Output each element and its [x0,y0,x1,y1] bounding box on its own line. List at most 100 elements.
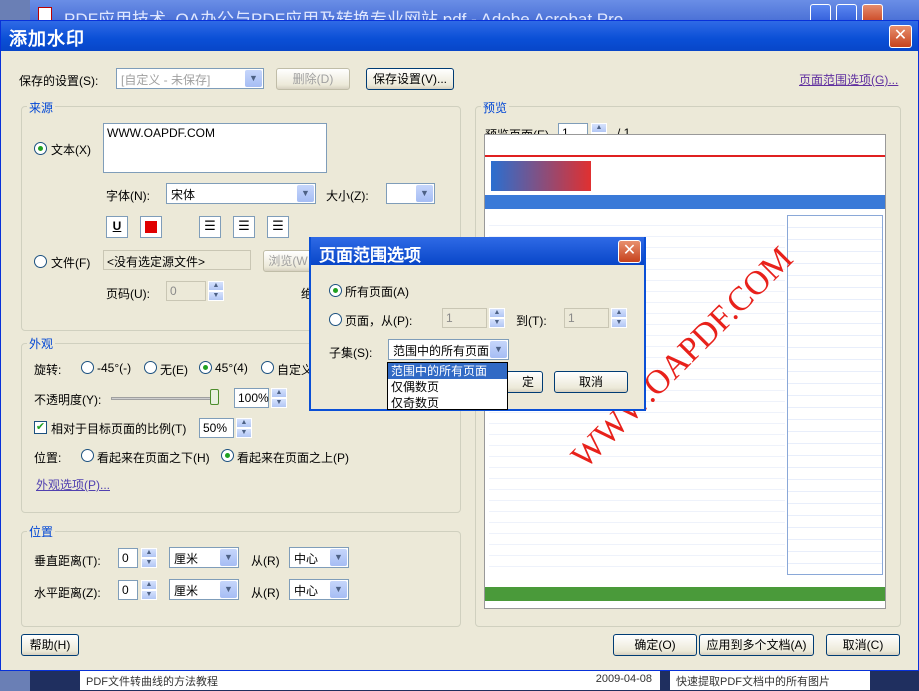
pages-from-radio[interactable] [329,313,342,326]
spin-down-icon: ▼ [208,291,224,301]
position-group-title: 位置 [27,523,56,540]
page-number-label: 页码(U): [106,287,150,301]
horizontal-distance-stepper[interactable]: ▲ ▼ [141,580,157,600]
chevron-down-icon: ▼ [220,549,237,566]
scale-stepper[interactable]: ▲ ▼ [236,418,252,438]
page-range-title: 页面范围选项 [319,246,421,265]
watermark-text-input[interactable]: WWW.OAPDF.COM [103,123,327,173]
spin-up-icon[interactable]: ▲ [271,388,287,398]
opacity-slider-track[interactable] [111,397,216,400]
subset-select[interactable]: 范围中的所有页面 ▼ [388,339,509,360]
delete-button[interactable]: 删除(D) [276,68,350,90]
background-page-strip: PDF文件转曲线的方法教程 2009-04-08 快速提取PDF文档中的所有图片 [30,668,919,691]
opacity-slider-thumb[interactable] [210,389,219,405]
size-label: 大小(Z): [326,189,369,203]
rotation-custom-radio[interactable] [261,361,274,374]
size-select[interactable]: ▼ [386,183,435,204]
to-label-text: 到(T): [516,314,547,328]
bg-article-right: 快速提取PDF文档中的所有图片 [670,670,870,690]
save-settings-button[interactable]: 保存设置(V)... [366,68,454,90]
spin-down-icon[interactable]: ▼ [236,428,252,438]
rotation-custom-label: 自定义 [277,363,314,377]
source-file-input: <没有选定源文件> [103,250,251,270]
source-group-title: 来源 [27,99,56,116]
from-select-1[interactable]: 中心 ▼ [289,547,349,568]
font-select[interactable]: 宋体 ▼ [166,183,316,204]
from-page-stepper: ▲ ▼ [489,308,505,328]
to-page-input: 1 [564,308,609,328]
spin-up-icon[interactable]: ▲ [141,580,157,590]
source-file-radio[interactable] [34,255,47,268]
spin-down-icon[interactable]: ▼ [271,398,287,408]
to-page-stepper: ▲ ▼ [611,308,627,328]
font-value: 宋体 [171,188,196,202]
from-value-2: 中心 [294,584,319,598]
rotation-label: 旋转: [34,363,62,377]
browse-button[interactable]: 浏览(W [263,250,313,272]
chevron-down-icon: ▼ [245,70,262,87]
preview-group-title: 预览 [481,99,510,116]
ok-button[interactable]: 确定(O) [613,634,697,656]
source-text-radio[interactable] [34,142,47,155]
position-below-radio[interactable] [81,449,94,462]
color-swatch-icon[interactable] [140,216,162,238]
appearance-group-title: 外观 [27,335,56,352]
align-right-icon[interactable]: ☰ [267,216,289,238]
underline-icon[interactable]: U [106,216,128,238]
page-number-input: 0 [166,281,206,301]
all-pages-radio[interactable] [329,284,342,297]
page-range-close-button[interactable]: ✕ [618,240,641,263]
spin-down-icon: ▼ [611,318,627,328]
help-button[interactable]: 帮助(H) [21,634,79,656]
vertical-distance-stepper[interactable]: ▲ ▼ [141,548,157,568]
subset-option-even[interactable]: 仅偶数页 [388,379,507,395]
spin-down-icon[interactable]: ▼ [141,590,157,600]
scale-input[interactable]: 50% [199,418,234,438]
scale-label: 相对于目标页面的比例(T) [51,422,187,436]
rotation-none-label: 无(E) [160,363,188,377]
apply-multiple-button[interactable]: 应用到多个文档(A) [699,634,814,656]
subset-option-odd[interactable]: 仅奇数页 [388,395,507,411]
rotation-none-radio[interactable] [144,361,157,374]
spin-up-icon[interactable]: ▲ [591,123,607,133]
rotation-45-radio[interactable] [199,361,212,374]
spin-up-icon[interactable]: ▲ [236,418,252,428]
rotation-45-label: 45°(4) [215,361,248,375]
bg-article-left-title: PDF文件转曲线的方法教程 [86,676,218,688]
pages-from-label: 页面，从(P): [345,314,413,328]
horizontal-unit-select[interactable]: 厘米 ▼ [169,579,239,600]
opacity-stepper[interactable]: ▲ ▼ [271,388,287,408]
scale-checkbox[interactable]: ✔ [34,421,47,434]
rotation-neg45-radio[interactable] [81,361,94,374]
position-below-label: 看起来在页面之下(H) [97,451,210,465]
saved-settings-select[interactable]: [自定义 - 未保存] ▼ [116,68,264,89]
source-file-label: 文件(F) [51,256,91,270]
dialog-close-button[interactable]: ✕ [889,25,912,48]
vertical-distance-input[interactable]: 0 [118,548,138,568]
position-label: 位置: [34,451,62,465]
from-select-2[interactable]: 中心 ▼ [289,579,349,600]
from-value-1: 中心 [294,552,319,566]
page-range-options-link[interactable]: 页面范围选项(G)... [799,71,898,88]
horizontal-distance-input[interactable]: 0 [118,580,138,600]
page-range-cancel-button[interactable]: 取消 [554,371,628,393]
bg-article-left: PDF文件转曲线的方法教程 2009-04-08 [80,670,660,690]
saved-settings-label: 保存的设置(S): [19,74,99,88]
spin-down-icon[interactable]: ▼ [141,558,157,568]
chevron-down-icon: ▼ [297,185,314,202]
chevron-down-icon: ▼ [330,581,347,598]
opacity-input[interactable]: 100% [234,388,269,408]
align-center-icon[interactable]: ☰ [233,216,255,238]
align-left-icon[interactable]: ☰ [199,216,221,238]
subset-option-all[interactable]: 范围中的所有页面 [388,363,507,379]
chevron-down-icon: ▼ [330,549,347,566]
position-above-radio[interactable] [221,449,234,462]
vertical-unit-select[interactable]: 厘米 ▼ [169,547,239,568]
rotation-neg45-label: -45°(-) [97,361,132,375]
appearance-options-link[interactable]: 外观选项(P)... [36,476,110,493]
cancel-button[interactable]: 取消(C) [826,634,900,656]
all-pages-label: 所有页面(A) [345,285,409,299]
spin-up-icon[interactable]: ▲ [141,548,157,558]
vertical-distance-label: 垂直距离(T): [34,554,101,568]
from-label-2: 从(R) [251,586,280,600]
